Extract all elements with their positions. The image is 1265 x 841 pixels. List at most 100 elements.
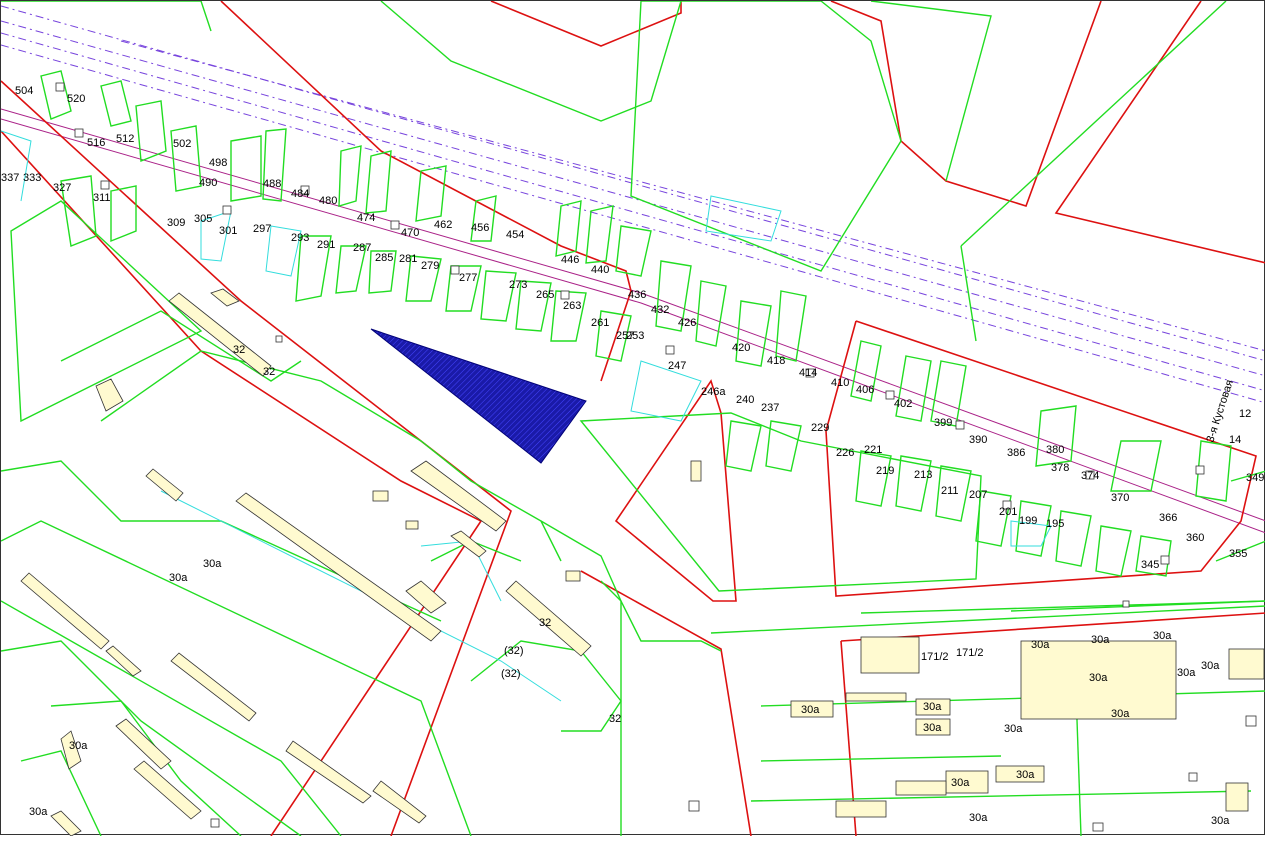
utility-lines (0, 5, 1265, 404)
plot-label: 32 (539, 617, 551, 629)
house-number: 14 (1229, 434, 1241, 446)
house-number: 327 (53, 182, 71, 194)
plot-label: 30а (1111, 708, 1130, 720)
house-number: 456 (471, 222, 489, 234)
house-number: 261 (591, 317, 609, 329)
house-number: 229 (811, 422, 829, 434)
plot-label: 30а (69, 740, 88, 752)
house-number: 219 (876, 465, 894, 477)
house-number: 488 (263, 178, 281, 190)
residential-lots (40, 70, 1265, 577)
house-number: 502 (173, 138, 191, 150)
house-number: 207 (969, 489, 987, 501)
house-number: 201 (999, 506, 1017, 518)
house-number: 418 (767, 355, 785, 367)
house-number: 333 (23, 172, 41, 184)
house-number: 374 (1081, 470, 1099, 482)
plot-label: 30а (1031, 639, 1050, 651)
plot-label: (32) (501, 668, 521, 680)
plot-label: 171/2 (956, 647, 984, 659)
house-number: 440 (591, 264, 609, 276)
house-number: 399 (934, 417, 952, 429)
house-number: 311 (93, 192, 111, 204)
house-number: 277 (459, 272, 477, 284)
plot-label: (32) (504, 645, 524, 657)
house-number: 462 (434, 219, 452, 231)
cadastral-map[interactable]: 504 520 516 512 502 498 490 488 484 480 … (0, 0, 1265, 837)
house-number: 512 (116, 133, 134, 145)
plot-label: 30а (1177, 667, 1196, 679)
plot-label: 30а (923, 701, 942, 713)
house-number: 380 (1046, 444, 1064, 456)
house-number: 345 (1141, 559, 1159, 571)
house-number: 305 (194, 213, 212, 225)
plot-label: 30а (1091, 634, 1110, 646)
house-number: 406 (856, 384, 874, 396)
house-number: 378 (1051, 462, 1069, 474)
house-number: 297 (253, 223, 271, 235)
house-number: 287 (353, 242, 371, 254)
house-number: 211 (941, 485, 959, 497)
house-number: 414 (799, 367, 817, 379)
house-number: 474 (357, 212, 375, 224)
house-number: 410 (831, 377, 849, 389)
map-canvas[interactable]: 504 520 516 512 502 498 490 488 484 480 … (0, 0, 1265, 837)
house-number: 285 (375, 252, 393, 264)
house-number: 226 (836, 447, 854, 459)
house-number: 504 (15, 85, 33, 97)
plot-label: 171/2 (921, 651, 949, 663)
house-number: 490 (199, 177, 217, 189)
plot-label: 30а (1201, 660, 1220, 672)
house-number: 498 (209, 157, 227, 169)
house-number: 360 (1186, 532, 1204, 544)
plot-label: 30а (1089, 672, 1108, 684)
plot-label: 32 (609, 713, 621, 725)
house-number: 370 (1111, 492, 1129, 504)
house-number: 273 (509, 279, 527, 291)
plot-label: 30а (1016, 769, 1035, 781)
house-number: 390 (969, 434, 987, 446)
plot-label: 30а (1153, 630, 1172, 642)
house-number: 263 (563, 300, 581, 312)
plot-label: 30а (1211, 815, 1230, 827)
house-number: 293 (291, 232, 309, 244)
plot-label: 30а (203, 558, 222, 570)
house-number: 279 (421, 260, 439, 272)
highlighted-parcel[interactable] (370, 328, 587, 464)
plot-label: 30а (923, 722, 942, 734)
plot-labels: 32 32 32 32 (32) (32) 30а 30а 30а 30а 30… (29, 344, 1230, 827)
plot-label: 30а (1004, 723, 1023, 735)
house-number: 199 (1019, 515, 1037, 527)
house-number: 432 (651, 304, 669, 316)
house-number: 446 (561, 254, 579, 266)
plot-label: 32 (263, 366, 275, 378)
house-number: 454 (506, 229, 524, 241)
house-number: 402 (894, 398, 912, 410)
plot-label: 30а (801, 704, 820, 716)
plot-label: 30а (951, 777, 970, 789)
house-number: 480 (319, 195, 337, 207)
house-number: 12 (1239, 408, 1251, 420)
plot-label: 30а (969, 812, 988, 824)
house-number: 240 (736, 394, 754, 406)
house-number: 195 (1046, 518, 1064, 530)
plot-label: 30а (29, 806, 48, 818)
house-number: 355 (1229, 548, 1247, 560)
house-number: 520 (67, 93, 85, 105)
house-number: 470 (401, 227, 419, 239)
house-number: 366 (1159, 512, 1177, 524)
house-number: 237 (761, 402, 779, 414)
house-number: 349 (1246, 472, 1264, 484)
house-number: 221 (864, 444, 882, 456)
house-number: 246а (701, 386, 726, 398)
house-number: 309 (167, 217, 185, 229)
house-number: 213 (914, 469, 932, 481)
house-number: 301 (219, 225, 237, 237)
house-number: 337 (1, 172, 19, 184)
house-number: 420 (732, 342, 750, 354)
house-number: 386 (1007, 447, 1025, 459)
house-number: 484 (291, 188, 309, 200)
plot-label: 32 (233, 344, 245, 356)
house-number: 265 (536, 289, 554, 301)
house-number: 253 (626, 330, 644, 342)
